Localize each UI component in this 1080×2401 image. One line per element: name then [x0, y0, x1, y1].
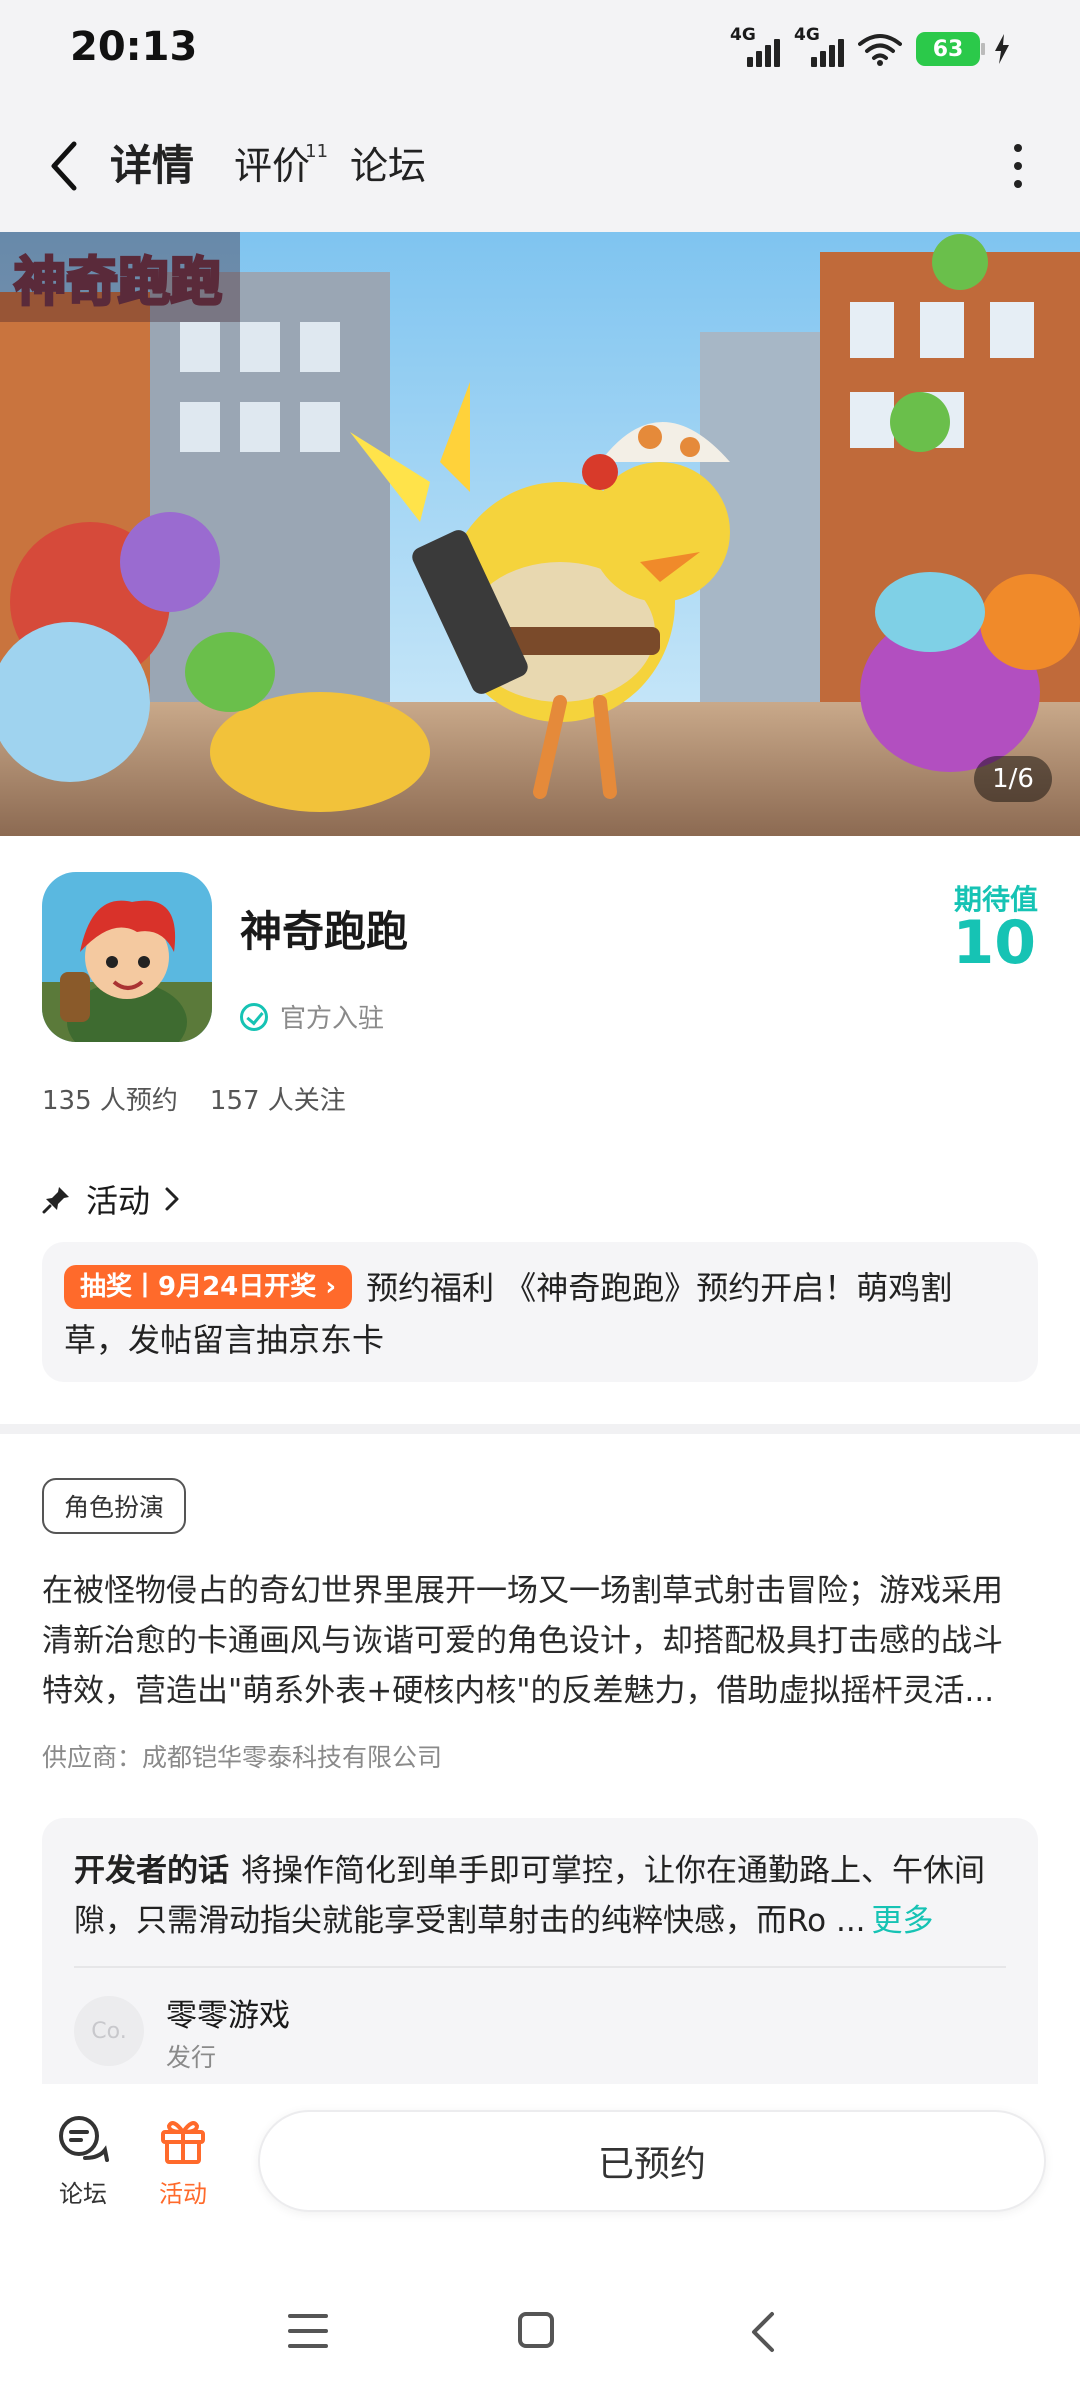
chevron-right-icon — [165, 1187, 179, 1211]
activity-section-header[interactable]: 活动 — [42, 1176, 180, 1222]
developer-notes-title: 开发者的话 — [74, 1853, 229, 1889]
status-time: 20:13 — [70, 24, 198, 70]
section-divider — [0, 1424, 1080, 1434]
game-description[interactable]: 在被怪物侵占的奇幻世界里展开一场又一场割草式射击冒险；游戏采用 清新治愈的卡通画… — [42, 1566, 1038, 1716]
supplier-info: 供应商：成都铠华零泰科技有限公司 — [42, 1743, 443, 1772]
svg-text:神奇跑跑: 神奇跑跑 — [14, 253, 222, 313]
signal-icon: 4G — [794, 25, 844, 71]
lottery-tag-label: 抽奖丨9月24日开奖 — [80, 1272, 317, 1302]
publisher-role: 发行 — [166, 2043, 217, 2072]
banner-carousel[interactable]: 神奇跑跑 1/6 — [0, 232, 1080, 836]
tab-reviews-label: 评价 — [234, 144, 311, 188]
official-label: 官方入驻 — [280, 1004, 385, 1034]
expectation-score: 10 — [952, 908, 1037, 978]
activity-heading: 活动 — [86, 1182, 151, 1220]
charging-icon — [995, 34, 1009, 64]
status-bar: 20:13 4G 4G 63 — [0, 0, 1080, 100]
publisher-name[interactable]: 零零游戏 — [166, 1990, 290, 2035]
tab-forum[interactable]: 论坛 — [350, 136, 426, 196]
back-arrow-icon[interactable] — [40, 136, 94, 196]
signal-icon: 4G — [730, 25, 780, 71]
app-name: 神奇跑跑 — [240, 907, 409, 956]
activity-button-label: 活动 — [159, 2180, 207, 2208]
gift-icon — [161, 2121, 205, 2164]
verified-check-icon — [240, 1002, 268, 1031]
tab-details[interactable]: 详情 — [106, 136, 199, 196]
tab-forum-label: 论坛 — [350, 144, 427, 188]
system-back-icon[interactable] — [748, 2310, 778, 2354]
more-options-icon[interactable] — [1010, 144, 1026, 188]
developer-notes-card[interactable]: 开发者的话 将操作简化到单手即可掌控，让你在通勤路上、午休间隙，只需滑动指尖就能享… — [42, 1818, 1038, 2084]
reservation-count: 135 人预约 — [42, 1086, 178, 1116]
app-stats: 135 人预约 157 人关注 — [42, 1080, 346, 1117]
reserved-button[interactable]: 已预约 — [258, 2110, 1046, 2212]
battery-level: 63 — [932, 36, 964, 62]
forum-chat-icon — [59, 2116, 109, 2162]
activity-button[interactable]: 活动 — [138, 2112, 228, 2209]
description-line: 特效，营造出"萌系外表+硬核内核"的反差魅力，借助虚拟摇杆灵活... — [42, 1673, 995, 1709]
tab-reviews[interactable]: 评价 11 — [234, 136, 328, 196]
more-link[interactable]: 更多 — [872, 1903, 934, 1939]
lottery-tag: 抽奖丨9月24日开奖 › — [64, 1265, 353, 1309]
activity-card[interactable]: 抽奖丨9月24日开奖 › 预约福利 《神奇跑跑》预约开启！萌鸡割草，发帖留言抽京东… — [42, 1242, 1038, 1382]
recent-apps-icon[interactable] — [288, 2314, 328, 2348]
developer-notes: 开发者的话 将操作简化到单手即可掌控，让你在通勤路上、午休间隙，只需滑动指尖就能享… — [74, 1846, 1014, 1946]
banner-page-counter: 1/6 — [974, 756, 1052, 802]
app-icon — [42, 872, 212, 1042]
publisher-avatar[interactable]: Co. — [74, 1996, 144, 2066]
wifi-icon — [858, 34, 902, 66]
top-nav-bar: 详情 评价 11 论坛 — [0, 100, 1080, 232]
banner-image: 神奇跑跑 — [0, 232, 1080, 836]
description-line: 在被怪物侵占的奇幻世界里展开一场又一场割草式射击冒险；游戏采用 — [42, 1573, 1003, 1609]
forum-button-label: 论坛 — [59, 2180, 107, 2208]
description-line: 清新治愈的卡通画风与诙谐可爱的角色设计，却搭配极具打击感的战斗 — [42, 1623, 1003, 1659]
forum-button[interactable]: 论坛 — [38, 2112, 128, 2209]
pin-icon — [42, 1187, 69, 1214]
bottom-action-bar: 论坛 活动 已预约 — [0, 2084, 1080, 2262]
genre-tag[interactable]: 角色扮演 — [42, 1478, 187, 1534]
divider — [74, 1966, 1006, 1968]
battery-icon: 63 — [916, 32, 985, 66]
official-badge: 官方入驻 — [240, 998, 384, 1035]
status-icons: 4G 4G 63 — [730, 24, 1010, 74]
system-navigation-bar — [0, 2262, 1080, 2401]
tab-details-label: 详情 — [110, 141, 195, 190]
home-icon[interactable] — [518, 2312, 554, 2348]
tab-bar: 详情 评价 11 论坛 — [106, 136, 426, 196]
reviews-count-badge: 11 — [305, 141, 329, 162]
follower-count: 157 人关注 — [209, 1086, 346, 1116]
